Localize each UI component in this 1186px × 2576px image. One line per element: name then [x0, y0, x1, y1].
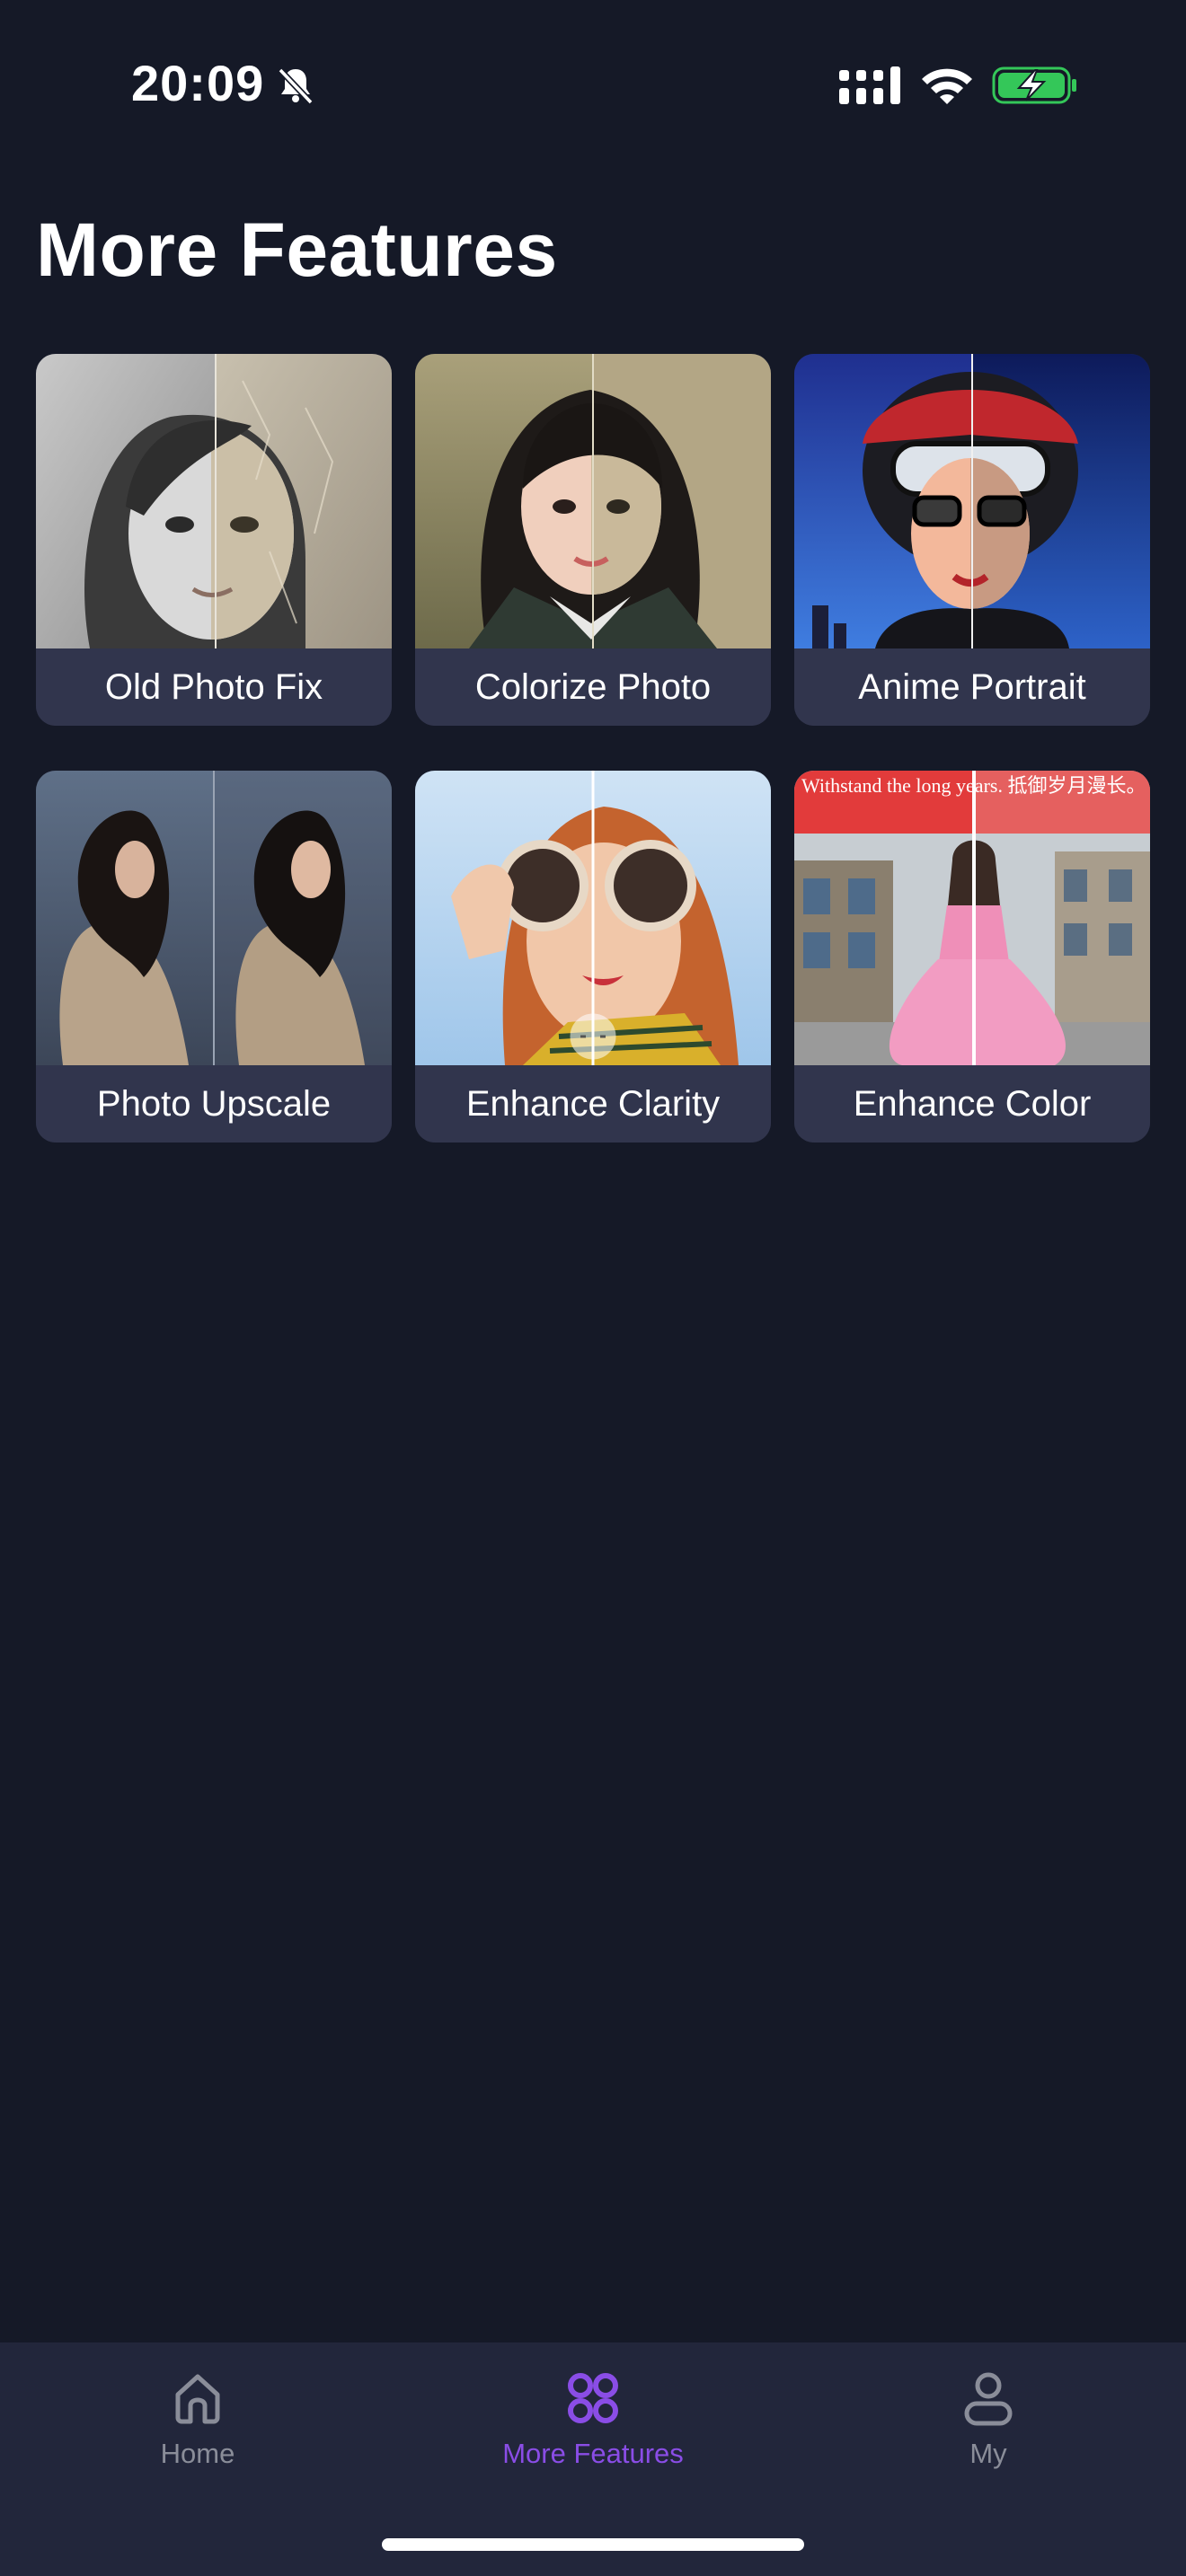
- feature-card-enhance-color[interactable]: Withstand the long years. 抵御岁月漫长。 Enhanc…: [794, 771, 1150, 1142]
- feature-label: Anime Portrait: [794, 648, 1150, 726]
- enhance-color-thumbnail: Withstand the long years. 抵御岁月漫长。: [794, 771, 1150, 1065]
- feature-card-photo-upscale[interactable]: Photo Upscale: [36, 771, 392, 1142]
- bell-slash-icon: [278, 67, 314, 105]
- feature-card-anime-portrait[interactable]: Anime Portrait: [794, 354, 1150, 726]
- anime-portrait-thumbnail: [794, 354, 1150, 648]
- colorize-photo-thumbnail: [415, 354, 771, 648]
- page-title: More Features: [36, 207, 558, 292]
- feature-label: Enhance Color: [794, 1065, 1150, 1142]
- status-bar: 20:09: [0, 0, 1186, 171]
- apps-icon: [568, 2373, 618, 2423]
- wifi-icon: [922, 68, 972, 104]
- feature-card-enhance-clarity[interactable]: Enhance Clarity: [415, 771, 771, 1142]
- feature-grid: Old Photo Fix Colorize Photo Anime Portr…: [36, 354, 1150, 1142]
- tab-label: My: [969, 2438, 1007, 2469]
- feature-label: Enhance Clarity: [415, 1065, 771, 1142]
- feature-card-old-photo-fix[interactable]: Old Photo Fix: [36, 354, 392, 726]
- battery-charging-icon: [992, 66, 1076, 104]
- cellular-signal-icon: [839, 66, 900, 104]
- home-icon: [175, 2374, 220, 2424]
- feature-label: Photo Upscale: [36, 1065, 392, 1142]
- status-time: 20:09: [131, 55, 265, 111]
- person-icon: [964, 2372, 1013, 2426]
- tab-label: Home: [160, 2438, 235, 2469]
- enhance-clarity-thumbnail: [415, 771, 771, 1065]
- home-indicator: [382, 2538, 804, 2551]
- tab-my[interactable]: My: [854, 2366, 1123, 2501]
- feature-label: Old Photo Fix: [36, 648, 392, 726]
- feature-label: Colorize Photo: [415, 648, 771, 726]
- old-photo-fix-thumbnail: [36, 354, 392, 648]
- photo-upscale-thumbnail: [36, 771, 392, 1065]
- tab-label: More Features: [502, 2438, 684, 2469]
- tab-more-features[interactable]: More Features: [458, 2366, 728, 2501]
- feature-card-colorize-photo[interactable]: Colorize Photo: [415, 354, 771, 726]
- tab-home[interactable]: Home: [63, 2366, 332, 2501]
- more-features-screen: 20:09 More Features Old Photo Fix Colori…: [0, 0, 1186, 2576]
